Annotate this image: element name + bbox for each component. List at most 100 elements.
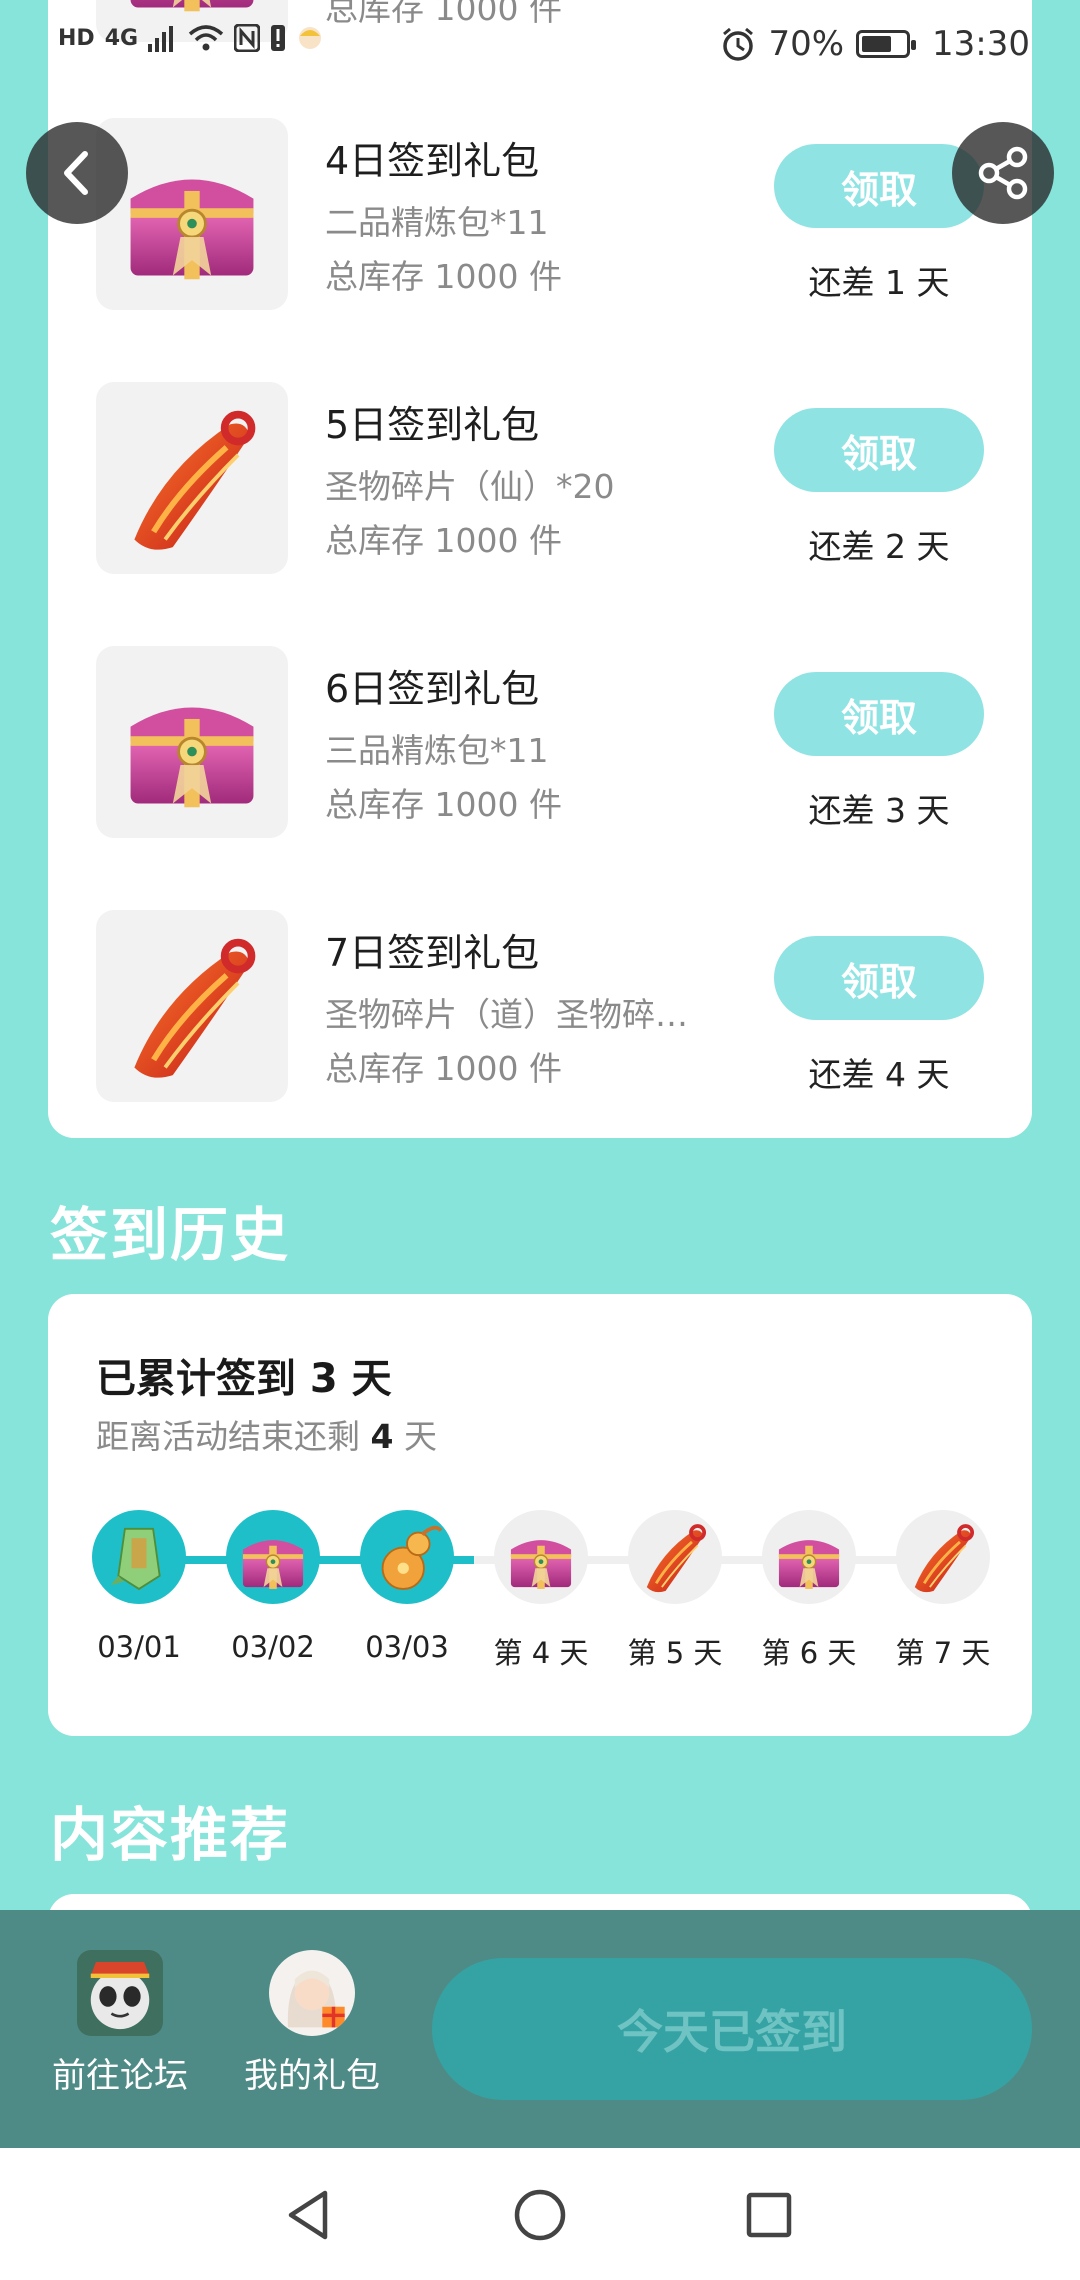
- days-remaining: 还差 4 天: [808, 1055, 950, 1094]
- my-gifts-icon: [269, 1950, 355, 2036]
- forum-icon: [77, 1950, 163, 2036]
- my-gifts-link[interactable]: 我的礼包: [222, 1950, 402, 2097]
- day-label: 第 5 天: [627, 1636, 723, 1670]
- history-heading: 签到历史: [50, 1201, 291, 1269]
- jade-token-icon: [92, 1510, 186, 1604]
- day-circle: [762, 1510, 856, 1604]
- clock-time: 13:30: [932, 24, 1030, 64]
- back-button[interactable]: [26, 122, 128, 224]
- days-remaining: 还差 1 天: [808, 263, 950, 302]
- notification-avatar-icon: [299, 27, 322, 49]
- triangle-back-icon: [288, 2190, 328, 2240]
- day-circle: [360, 1510, 454, 1604]
- day-label: 第 4 天: [493, 1636, 589, 1670]
- remaining-days: 4: [370, 1417, 394, 1456]
- chevron-left-icon: [64, 151, 88, 195]
- gift-thumb: [96, 382, 288, 574]
- signal-icon: [148, 26, 174, 52]
- claim-button[interactable]: 领取: [774, 408, 984, 492]
- status-indicators: HD 4G: [58, 24, 324, 52]
- claim-button[interactable]: 领取: [774, 672, 984, 756]
- forum-label: 前往论坛: [52, 2056, 188, 2096]
- gift-stock: 总库存 1000 件: [325, 1049, 562, 1088]
- nav-back-button[interactable]: [274, 2180, 344, 2250]
- history-remaining: 距离活动结束还剩 4 天: [96, 1410, 437, 1458]
- gift-row: 5日签到礼包 圣物碎片（仙）*20 总库存 1000 件 领取 还差 2 天: [48, 382, 1032, 582]
- gift-title: 4日签到礼包: [325, 139, 540, 183]
- gift-title: 5日签到礼包: [325, 403, 540, 447]
- history-card: 已累计签到 3 天 距离活动结束还剩 4 天 03/01 03/02 03/03…: [48, 1294, 1032, 1736]
- relic-shard-icon: [96, 910, 288, 1102]
- battery-icon: [856, 30, 917, 58]
- relic-shard-icon: [628, 1510, 722, 1604]
- timeline-day: 第 6 天: [742, 1510, 876, 1680]
- status-right: 70% 13:30: [720, 24, 1030, 64]
- treasure-chest-icon: [762, 1510, 856, 1604]
- history-total: 已累计签到 3 天: [96, 1356, 392, 1402]
- day-circle: [494, 1510, 588, 1604]
- gift-stock: 总库存 1000 件: [325, 257, 562, 296]
- relic-shard-icon: [96, 382, 288, 574]
- day-circle: [92, 1510, 186, 1604]
- gift-desc: 圣物碎片（仙）*20: [325, 467, 615, 506]
- treasure-chest-icon: [96, 646, 288, 838]
- square-recents-icon: [746, 2192, 792, 2238]
- my-gifts-label: 我的礼包: [244, 2056, 380, 2096]
- gift-list-card: 总库存 1000 件 4日签到礼包 二品精炼包*11 总库存 1000 件 领取…: [48, 0, 1032, 1138]
- gift-thumb: [96, 118, 288, 310]
- day-label: 03/02: [231, 1630, 315, 1664]
- relic-shard-icon: [896, 1510, 990, 1604]
- gift-desc: 圣物碎片（道）圣物碎…: [325, 995, 688, 1034]
- timeline-day: 第 4 天: [474, 1510, 608, 1680]
- gift-row: 7日签到礼包 圣物碎片（道）圣物碎… 总库存 1000 件 领取 还差 4 天: [48, 910, 1032, 1110]
- panda-avatar-icon: [77, 1950, 163, 2036]
- gift-row: 6日签到礼包 三品精炼包*11 总库存 1000 件 领取 还差 3 天: [48, 646, 1032, 846]
- gift-stock: 总库存 1000 件: [325, 785, 562, 824]
- wifi-icon: [188, 25, 224, 51]
- days-remaining: 还差 3 天: [808, 791, 950, 830]
- gift-stock: 总库存 1000 件: [325, 521, 562, 560]
- claim-button[interactable]: 领取: [774, 144, 984, 228]
- timeline-day: 第 7 天: [876, 1510, 1010, 1680]
- network-type-indicator: 4G: [104, 25, 139, 51]
- share-button[interactable]: [952, 122, 1054, 224]
- remaining-suffix: 天: [403, 1417, 437, 1456]
- day-circle: [628, 1510, 722, 1604]
- claim-button[interactable]: 领取: [774, 936, 984, 1020]
- battery-percent: 70%: [768, 24, 845, 64]
- day-circle: [896, 1510, 990, 1604]
- treasure-chest-icon: [226, 1510, 320, 1604]
- action-bar: 前往论坛 我的礼包 今天已签到: [0, 1910, 1080, 2148]
- alarm-icon: [723, 27, 754, 61]
- gift-title: 6日签到礼包: [325, 667, 540, 711]
- gift-desc: 三品精炼包*11: [325, 731, 549, 770]
- gift-title: 7日签到礼包: [325, 931, 540, 975]
- day-label: 03/01: [97, 1630, 181, 1664]
- remaining-prefix: 距离活动结束还剩: [96, 1417, 360, 1456]
- alert-icon: [271, 25, 286, 51]
- timeline-day: 第 5 天: [608, 1510, 742, 1680]
- gift-desc: 二品精炼包*11: [325, 203, 549, 242]
- share-icon: [978, 146, 1028, 200]
- timeline-day: 03/01: [72, 1510, 206, 1680]
- status-bar: HD 4G 70% 13:30: [0, 0, 1080, 90]
- signed-today-button[interactable]: 今天已签到: [432, 1958, 1032, 2100]
- day-label: 03/03: [365, 1630, 449, 1664]
- day-label: 第 6 天: [761, 1636, 857, 1670]
- treasure-chest-icon: [96, 118, 288, 310]
- day-label: 第 7 天: [895, 1636, 991, 1670]
- forum-link[interactable]: 前往论坛: [30, 1950, 210, 2097]
- days-remaining: 还差 2 天: [808, 527, 950, 566]
- timeline-day: 03/03: [340, 1510, 474, 1680]
- nav-recents-button[interactable]: [734, 2180, 804, 2250]
- recommend-heading: 内容推荐: [50, 1801, 291, 1869]
- treasure-chest-icon: [494, 1510, 588, 1604]
- timeline-day: 03/02: [206, 1510, 340, 1680]
- gift-thumb: [96, 646, 288, 838]
- nfc-icon: [234, 24, 261, 52]
- system-nav-bar: [0, 2148, 1080, 2280]
- hd-indicator: HD: [58, 25, 95, 51]
- day-circle: [226, 1510, 320, 1604]
- gift-row: 4日签到礼包 二品精炼包*11 总库存 1000 件 领取 还差 1 天: [48, 118, 1032, 318]
- nav-home-button[interactable]: [505, 2180, 575, 2250]
